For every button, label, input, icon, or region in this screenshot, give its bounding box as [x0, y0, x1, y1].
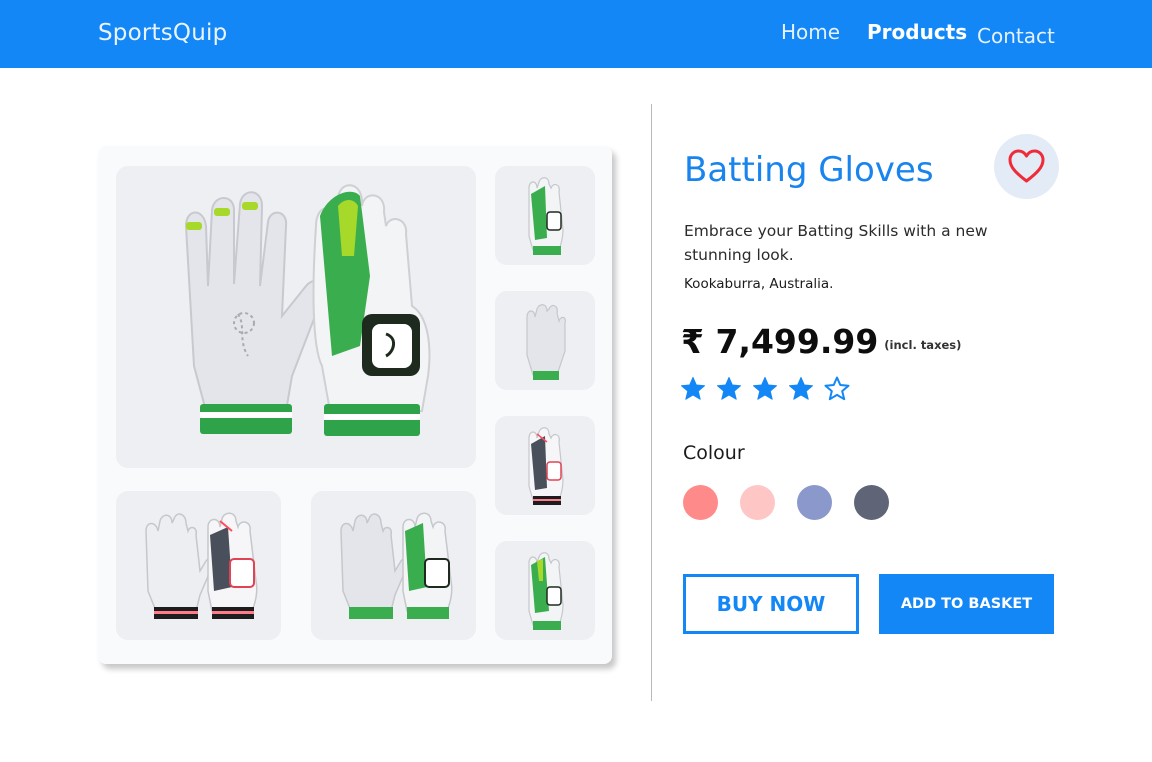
nav-home[interactable]: Home	[781, 20, 840, 44]
thumbnail-white-red-pair[interactable]	[116, 491, 281, 640]
section-divider	[651, 104, 652, 701]
product-title: Batting Gloves	[684, 150, 934, 190]
thumbnail-green-front[interactable]	[495, 541, 595, 640]
white-red-glove-image	[528, 427, 564, 505]
green-gloves-pair-image	[340, 512, 453, 619]
star-filled-icon[interactable]	[716, 376, 742, 402]
brand-logo[interactable]: SportsQuip	[98, 20, 227, 46]
buy-now-button[interactable]: BUY NOW	[683, 574, 859, 634]
thumbnail-green-pair[interactable]	[311, 491, 476, 640]
product-gallery	[98, 146, 612, 664]
price-note: (incl. taxes)	[884, 338, 962, 352]
product-description: Embrace your Batting Skills with a new s…	[684, 222, 988, 264]
thumbnail-white-palm[interactable]	[495, 291, 595, 390]
main-product-image[interactable]	[116, 166, 476, 468]
green-glove-image	[528, 177, 564, 255]
add-to-basket-button[interactable]: ADD TO BASKET	[879, 574, 1054, 634]
favorite-button[interactable]	[994, 134, 1059, 199]
colour-swatch-1[interactable]	[683, 485, 718, 520]
colour-swatch-2[interactable]	[740, 485, 775, 520]
product-price: ₹ 7,499.99	[681, 322, 879, 361]
thumbnail-white-red[interactable]	[495, 416, 595, 515]
colour-swatch-4[interactable]	[854, 485, 889, 520]
price-row: ₹ 7,499.99 (incl. taxes)	[681, 322, 961, 361]
nav-products[interactable]: Products	[867, 20, 967, 44]
star-filled-icon[interactable]	[752, 376, 778, 402]
gloves-pair-image	[184, 184, 431, 436]
white-red-gloves-image	[145, 512, 258, 619]
heart-icon	[1008, 149, 1045, 183]
colour-label: Colour	[683, 442, 745, 464]
nav-contact[interactable]: Contact	[977, 24, 1055, 48]
colour-swatch-3[interactable]	[797, 485, 832, 520]
white-glove-image	[526, 304, 566, 380]
product-maker: Kookaburra, Australia.	[684, 276, 834, 292]
star-outline-icon[interactable]	[824, 376, 850, 402]
top-navbar: SportsQuip Home Products Contact	[0, 0, 1152, 68]
thumbnail-green-back[interactable]	[495, 166, 595, 265]
green-glove-image	[528, 552, 564, 630]
star-filled-icon[interactable]	[680, 376, 706, 402]
star-filled-icon[interactable]	[788, 376, 814, 402]
